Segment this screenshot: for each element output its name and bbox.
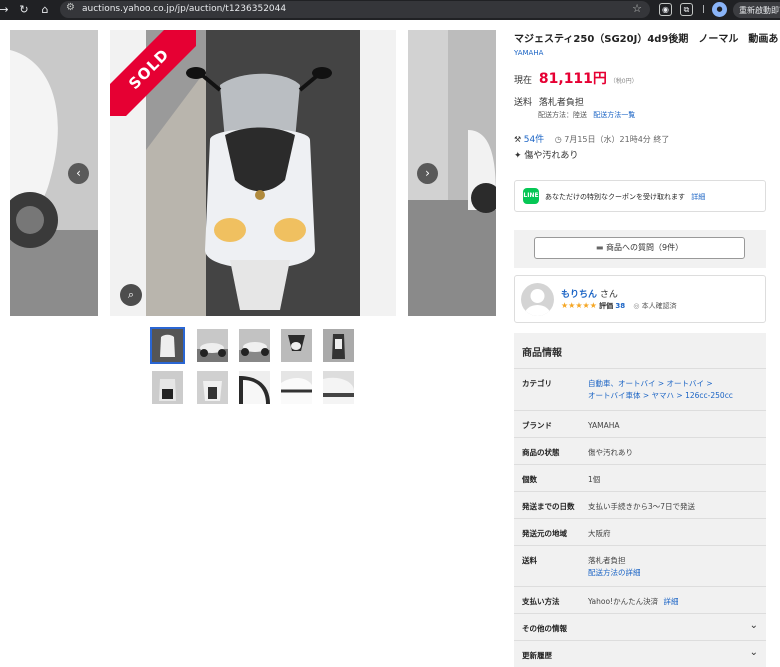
shipping-row: 送料 落札者負担 — [514, 95, 584, 108]
seller-rating: ★★★★★ 評価 38 ◎ 本人確認済 — [561, 301, 677, 311]
thumbnail-8[interactable] — [239, 371, 270, 404]
forward-icon[interactable]: → — [0, 3, 11, 17]
tax-note: （税0円） — [609, 78, 638, 85]
current-price: 81,111円 — [538, 71, 607, 87]
info-row-brand: ブランド YAMAHA — [514, 410, 766, 437]
zoom-icon[interactable]: ⌕ — [120, 284, 142, 306]
price-label: 現在 — [514, 76, 533, 86]
category-link-1[interactable]: 自動車、オートバイ > オートバイ > — [588, 379, 713, 388]
divider-icon: | — [702, 4, 705, 13]
thumbnail-2[interactable] — [197, 329, 228, 362]
other-info-toggle[interactable]: その他の情報 ⌄ — [514, 613, 766, 640]
address-bar[interactable]: ⚙ auctions.yahoo.co.jp/jp/auction/t12363… — [60, 1, 650, 18]
avatar[interactable] — [521, 283, 554, 316]
extensions-puzzle-icon[interactable]: ⧉ — [680, 3, 693, 16]
rating-count-link[interactable]: 38 — [615, 302, 625, 310]
end-time: 7月15日（水）21時4分 終了 — [564, 135, 670, 144]
shipping-value: 落札者負担 — [538, 98, 584, 108]
reload-icon[interactable]: ↻ — [17, 3, 31, 17]
chat-icon: ▬ — [595, 243, 604, 252]
shipping-method: 配送方法：陸送 配送方法一覧 — [538, 110, 635, 120]
payment-detail-link[interactable]: 詳細 — [663, 597, 678, 606]
sold-badge: SOLD — [110, 30, 196, 116]
bookmark-star-icon[interactable]: ☆ — [632, 2, 642, 15]
shipping-label: 送料 — [514, 98, 533, 108]
shipping-info-value: 落札者負担 — [588, 556, 626, 565]
price-row: 現在 81,111円 （税0円） — [514, 68, 638, 88]
site-info-icon[interactable]: ⚙ — [66, 2, 75, 13]
info-row-shipping-days: 発送までの日数 支払い手続きから3〜7日で発送 — [514, 491, 766, 518]
thumbnail-3[interactable] — [239, 329, 270, 362]
brand-link[interactable]: YAMAHA — [514, 49, 766, 57]
gallery-next-button[interactable]: › — [417, 163, 438, 184]
thumbnail-9[interactable] — [281, 371, 312, 404]
verified-icon: ◎ — [633, 302, 640, 310]
extension-icon[interactable]: ◉ — [659, 3, 672, 16]
thumbnail-6[interactable] — [152, 371, 183, 404]
brand-value-link[interactable]: YAMAHA — [588, 420, 620, 432]
payment-value: Yahoo!かんたん決済 — [588, 597, 659, 606]
bid-meta: ⚒ 54件 ◷ 7月15日（水）21時4分 終了 — [514, 132, 669, 145]
rating-label: 評価 — [599, 302, 614, 310]
thumbnail-1[interactable] — [150, 327, 185, 364]
home-icon[interactable]: ⌂ — [38, 3, 52, 17]
info-row-origin: 発送元の地域 大阪府 — [514, 518, 766, 545]
image-gallery: SOLD ⌕ ‹ › — [10, 30, 496, 316]
question-button[interactable]: ▬ 商品への質問（9件） — [534, 237, 745, 259]
quantity-value: 1個 — [588, 475, 601, 484]
thumbnail-7[interactable] — [197, 371, 228, 404]
info-row-quantity: 個数 1個 — [514, 464, 766, 491]
bid-count-link[interactable]: 54件 — [524, 135, 544, 145]
shipping-method-label: 配送方法：陸送 — [538, 111, 587, 119]
relaunch-button[interactable]: 重新啟動即可 — [733, 2, 780, 18]
hammer-icon: ⚒ — [514, 135, 522, 144]
shipping-detail-link[interactable]: 配送方法の詳細 — [588, 568, 641, 577]
gallery-prev-button[interactable]: ‹ — [68, 163, 89, 184]
url-text: auctions.yahoo.co.jp/jp/auction/t1236352… — [82, 4, 287, 14]
rating-stars: ★★★★★ — [561, 301, 597, 310]
verified-label: 本人確認済 — [641, 302, 677, 310]
condition-value-link[interactable]: 傷や汚れあり — [588, 447, 633, 459]
sparkle-icon: ✦ — [514, 151, 522, 161]
shipping-methods-link[interactable]: 配送方法一覧 — [593, 111, 635, 119]
main-product-image[interactable]: SOLD ⌕ — [110, 30, 396, 316]
profile-avatar-icon[interactable]: ● — [712, 2, 727, 17]
info-row-shipping: 送料 落札者負担 配送方法の詳細 — [514, 545, 766, 586]
condition-text: 傷や汚れあり — [524, 151, 579, 161]
seller-card[interactable]: もりちん さん ★★★★★ 評価 38 ◎ 本人確認済 — [514, 275, 766, 323]
line-coupon-banner[interactable]: LINE あなただけの特別なクーポンを受け取れます 詳細 — [514, 180, 766, 212]
item-summary: マジェスティ250（SG20J）4d9後期 ノーマル 動画あり YAMAHA 現… — [514, 30, 780, 667]
update-history-toggle[interactable]: 更新履歴 ⌄ — [514, 640, 766, 667]
shipping-days-value: 支払い手続きから3〜7日で発送 — [588, 502, 696, 511]
thumbnail-4[interactable] — [281, 329, 312, 362]
thumbnail-10[interactable] — [323, 371, 354, 404]
clock-icon: ◷ — [554, 135, 562, 144]
thumbnail-5[interactable] — [323, 329, 354, 362]
coupon-text: あなただけの特別なクーポンを受け取れます 詳細 — [545, 193, 706, 201]
browser-toolbar: → ↻ ⌂ ⚙ auctions.yahoo.co.jp/jp/auction/… — [0, 0, 780, 20]
product-info-table: 商品情報 カテゴリ 自動車、オートバイ > オートバイ > オートバイ車体 > … — [514, 333, 766, 667]
chevron-down-icon: ⌄ — [749, 620, 758, 631]
seller-name-link[interactable]: もりちん — [561, 290, 597, 300]
product-info-heading: 商品情報 — [522, 348, 562, 359]
seller-name: もりちん さん — [561, 290, 618, 300]
chevron-right-icon: › — [425, 166, 430, 180]
item-title: マジェスティ250（SG20J）4d9後期 ノーマル 動画あり — [514, 34, 780, 45]
coupon-detail-link[interactable]: 詳細 — [691, 193, 705, 201]
category-link-2[interactable]: オートバイ車体 > ヤマハ > 126cc-250cc — [588, 391, 733, 400]
info-row-payment: 支払い方法 Yahoo!かんたん決済 詳細 — [514, 586, 766, 613]
line-icon: LINE — [523, 188, 539, 204]
info-row-category: カテゴリ 自動車、オートバイ > オートバイ > オートバイ車体 > ヤマハ >… — [514, 368, 766, 410]
info-row-condition: 商品の状態 傷や汚れあり — [514, 437, 766, 464]
question-section: ▬ 商品への質問（9件） — [514, 230, 766, 268]
condition-row: ✦ 傷や汚れあり — [514, 148, 578, 161]
origin-value: 大阪府 — [588, 529, 611, 538]
chevron-left-icon: ‹ — [76, 166, 81, 180]
